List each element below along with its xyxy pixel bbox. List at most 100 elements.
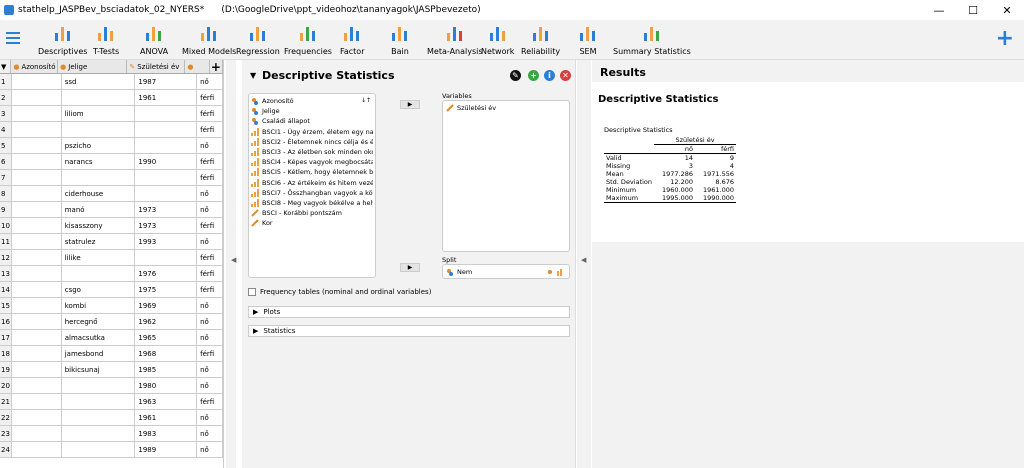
table-cell[interactable]: férfi (197, 282, 223, 297)
duplicate-icon[interactable]: + (528, 70, 539, 81)
table-cell[interactable]: férfi (197, 394, 223, 409)
table-cell[interactable]: narancs (62, 154, 136, 169)
table-cell[interactable]: 1980 (135, 378, 198, 393)
table-cell[interactable]: 1965 (135, 330, 198, 345)
splitter-right[interactable]: ◀ (577, 60, 591, 468)
table-cell[interactable] (12, 362, 62, 377)
variable-item[interactable]: BSCI2 - Életemnek nincs célja és ér... (251, 137, 373, 147)
table-cell[interactable]: 1968 (135, 346, 198, 361)
table-cell[interactable]: kisasszony (62, 218, 136, 233)
table-cell[interactable]: almacsutka (62, 330, 136, 345)
variables-box[interactable]: Születési év (442, 100, 570, 252)
table-cell[interactable]: 1961 (135, 90, 198, 105)
table-cell[interactable]: nő (197, 378, 223, 393)
t-tests-button[interactable]: T-Tests (93, 22, 119, 58)
table-cell[interactable] (12, 170, 62, 185)
menu-icon[interactable] (6, 32, 20, 44)
table-cell[interactable] (12, 346, 62, 361)
table-cell[interactable]: férfi (197, 250, 223, 265)
table-cell[interactable] (12, 314, 62, 329)
table-cell[interactable]: nő (197, 234, 223, 249)
available-variables-list[interactable]: ↓↑ Azonosító Jelige Családi állapot BSCI1 -… (248, 93, 376, 278)
table-cell[interactable] (12, 202, 62, 217)
statistics-section[interactable]: ▶ Statistics (248, 325, 570, 337)
sem-button[interactable]: SEM (577, 22, 599, 58)
variable-item[interactable]: BSCI7 - Összhangban vagyok a körü... (251, 188, 373, 198)
descriptives-button[interactable]: Descriptives (38, 22, 87, 58)
table-cell[interactable]: csgo (62, 282, 136, 297)
table-cell[interactable]: 1989 (135, 442, 198, 457)
table-cell[interactable]: 1961 (135, 410, 198, 425)
table-cell[interactable] (62, 410, 136, 425)
table-cell[interactable] (62, 394, 136, 409)
table-cell[interactable]: 1987 (135, 74, 198, 89)
column-header-nem[interactable]: ● (185, 60, 210, 73)
minimize-button[interactable]: — (922, 0, 956, 20)
table-cell[interactable] (12, 282, 62, 297)
table-cell[interactable]: férfi (197, 346, 223, 361)
table-cell[interactable]: hercegnő (62, 314, 136, 329)
variable-item[interactable]: BSCI8 - Meg vagyok békélve a hely... (251, 198, 373, 208)
collapse-icon[interactable]: ▼ (250, 71, 256, 80)
frequency-tables-checkbox[interactable] (248, 288, 256, 296)
table-cell[interactable] (62, 426, 136, 441)
table-cell[interactable] (135, 138, 198, 153)
table-cell[interactable] (62, 170, 136, 185)
table-cell[interactable]: bikicsunaj (62, 362, 136, 377)
frequency-tables-option[interactable]: Frequency tables (nominal and ordinal va… (248, 288, 431, 296)
table-cell[interactable]: férfi (197, 106, 223, 121)
table-cell[interactable] (12, 234, 62, 249)
close-analysis-icon[interactable]: ✕ (560, 70, 571, 81)
table-cell[interactable]: 1962 (135, 314, 198, 329)
table-cell[interactable] (12, 442, 62, 457)
table-cell[interactable]: nő (197, 410, 223, 425)
variable-item[interactable]: BSCI3 - Az életben sok minden oko... (251, 147, 373, 157)
table-cell[interactable] (12, 266, 62, 281)
bain-button[interactable]: Bain (389, 22, 411, 58)
table-cell[interactable] (12, 138, 62, 153)
table-cell[interactable]: 1993 (135, 234, 198, 249)
add-column-button[interactable]: + (210, 60, 223, 73)
table-cell[interactable]: 1963 (135, 394, 198, 409)
table-cell[interactable]: 1990 (135, 154, 198, 169)
column-header-jelige[interactable]: ● Jelige (58, 60, 128, 73)
table-cell[interactable] (12, 298, 62, 313)
table-cell[interactable]: jamesbond (62, 346, 136, 361)
summary-statistics-button[interactable]: Summary Statistics (613, 22, 691, 58)
info-icon[interactable]: i (544, 70, 555, 81)
variable-item[interactable]: Családi állapot (251, 116, 373, 126)
table-cell[interactable]: férfi (197, 266, 223, 281)
table-cell[interactable]: nő (197, 74, 223, 89)
meta-analysis-button[interactable]: Meta-Analysis (427, 22, 483, 58)
frequencies-button[interactable]: Frequencies (284, 22, 332, 58)
table-cell[interactable]: statrulez (62, 234, 136, 249)
variable-item[interactable]: BSCI1 - Úgy érzem, életem egy na... (251, 127, 373, 137)
table-cell[interactable]: manó (62, 202, 136, 217)
variable-item[interactable]: Azonosító (251, 96, 373, 106)
table-cell[interactable]: férfi (197, 122, 223, 137)
table-cell[interactable] (12, 378, 62, 393)
table-cell[interactable] (12, 410, 62, 425)
table-cell[interactable] (62, 378, 136, 393)
variable-item[interactable]: BSCI4 - Képes vagyok megbocsáta... (251, 157, 373, 167)
maximize-button[interactable]: ☐ (956, 0, 990, 20)
table-cell[interactable]: nő (197, 362, 223, 377)
table-cell[interactable]: férfi (197, 170, 223, 185)
table-cell[interactable] (12, 250, 62, 265)
assign-split-button[interactable]: ▶ (400, 263, 420, 272)
table-cell[interactable] (12, 218, 62, 233)
table-cell[interactable] (135, 106, 198, 121)
table-cell[interactable]: nő (197, 138, 223, 153)
mixed-models-button[interactable]: Mixed Models (182, 22, 236, 58)
table-cell[interactable]: nő (197, 442, 223, 457)
variable-item[interactable]: BSCI6 - Az értékeim és hitem vezér... (251, 178, 373, 188)
assigned-variable[interactable]: Születési év (443, 103, 569, 113)
table-cell[interactable] (62, 90, 136, 105)
table-cell[interactable]: pszicho (62, 138, 136, 153)
table-cell[interactable]: 1973 (135, 218, 198, 233)
variable-item[interactable]: BSCI5 - Kétlem, hogy életemnek b... (251, 167, 373, 177)
table-cell[interactable]: liliom (62, 106, 136, 121)
table-cell[interactable] (12, 106, 62, 121)
table-cell[interactable]: lilike (62, 250, 136, 265)
edit-title-icon[interactable]: ✎ (510, 70, 521, 81)
